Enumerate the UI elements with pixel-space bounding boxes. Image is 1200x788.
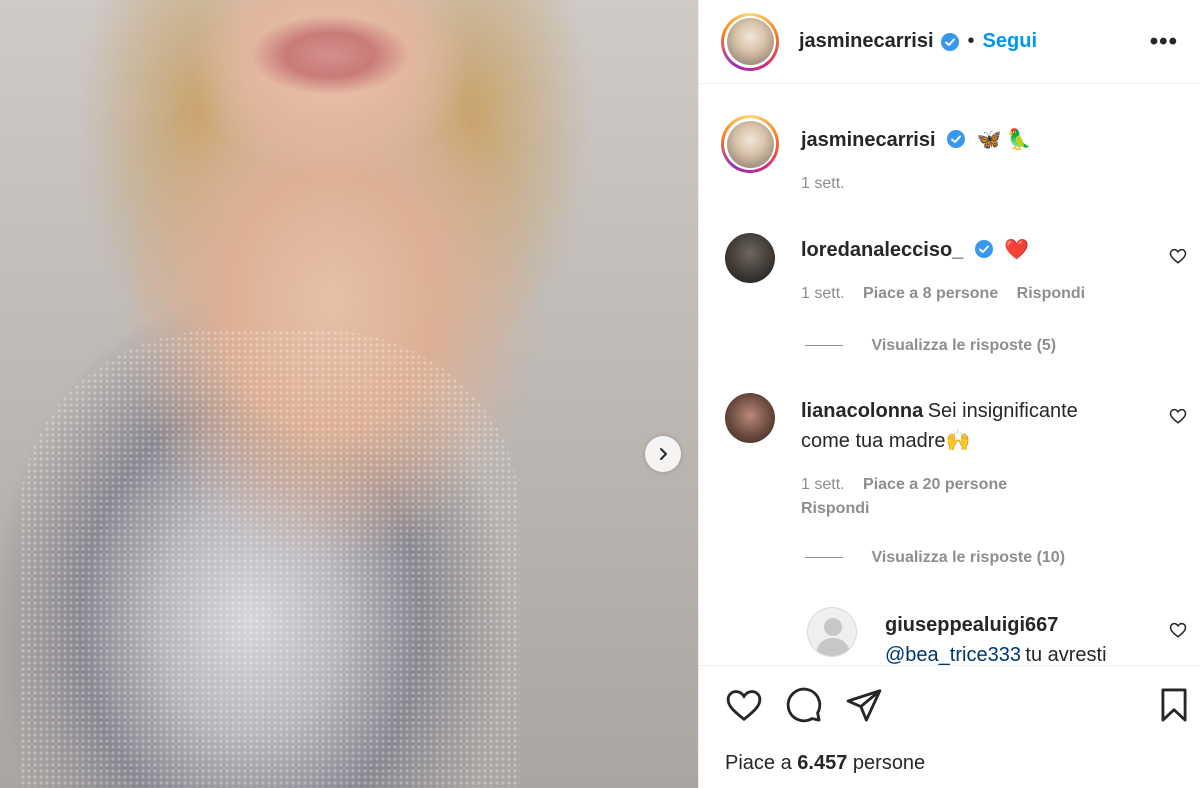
comment-time: 1 sett. [801, 476, 845, 493]
likes-count[interactable]: Piace a 6.457 persone [725, 752, 925, 775]
comment-time: 1 sett. [801, 285, 845, 302]
caption-time: 1 sett. [801, 175, 845, 192]
comment-likes[interactable]: Piace a 8 persone [863, 285, 998, 302]
comment-likes[interactable]: Piace a 20 persone [863, 476, 1007, 493]
post-header: jasminecarrisi • Segui ••• [699, 0, 1200, 84]
share-icon[interactable] [845, 686, 883, 724]
likes-prefix: Piace a [725, 752, 792, 774]
comment-username[interactable]: loredanalecciso_ [801, 239, 963, 261]
verified-badge-icon [946, 130, 965, 148]
likes-number: 6.457 [797, 752, 848, 774]
comment-avatar[interactable] [725, 233, 775, 283]
reply-button[interactable]: Rispondi [801, 500, 869, 517]
replies-line [805, 557, 843, 559]
more-options-icon[interactable]: ••• [1150, 28, 1178, 56]
profile-avatar[interactable] [721, 12, 779, 71]
caption-avatar[interactable] [721, 115, 779, 173]
header-username[interactable]: jasminecarrisi [799, 30, 934, 53]
post-sidebar: jasminecarrisi • Segui ••• jasminecarris… [698, 0, 1200, 788]
likes-suffix: persone [852, 752, 926, 774]
post-photo[interactable] [0, 0, 698, 788]
like-comment-icon[interactable] [1169, 621, 1187, 639]
comment-meta: 1 sett. Piace a 20 persone Rispondi [801, 473, 1007, 521]
comment-meta: 1 sett. Piace a 8 persone Rispondi [801, 285, 1085, 303]
default-avatar-icon [815, 618, 851, 656]
reply-button[interactable]: Rispondi [1017, 285, 1085, 302]
like-icon[interactable] [725, 686, 763, 724]
comment-text-line1: Sei insignificante [927, 400, 1078, 422]
verified-badge-icon [940, 32, 959, 51]
follow-button[interactable]: Segui [983, 30, 1037, 53]
caption-username[interactable]: jasminecarrisi [801, 129, 936, 151]
view-replies-label: Visualizza le risposte (10) [871, 549, 1066, 566]
reply-username[interactable]: giuseppealuigi667 [885, 614, 1058, 636]
replies-line [805, 345, 843, 347]
post-actions: Piace a 6.457 persone [699, 665, 1200, 788]
like-comment-icon[interactable] [1169, 407, 1187, 425]
view-replies-label: Visualizza le risposte (5) [871, 337, 1057, 354]
chevron-right-icon [660, 448, 667, 460]
reply-text: tu avresti [1025, 644, 1107, 665]
comment-avatar[interactable] [725, 393, 775, 443]
caption: jasminecarrisi 🦋 🦜 1 sett. [721, 115, 1181, 205]
view-replies[interactable]: Visualizza le risposte (10) [805, 549, 1065, 567]
comment-item: lianacolonna Sei insignificante come tua… [699, 385, 1200, 585]
caption-text: 🦋 🦜 [976, 129, 1032, 151]
reply-mention[interactable]: @bea_trice333 [885, 644, 1021, 665]
comment-text-line2: come tua madre🙌 [801, 430, 971, 452]
separator-dot: • [967, 30, 975, 52]
reply-avatar[interactable] [807, 607, 857, 657]
comment-icon[interactable] [785, 686, 823, 724]
verified-badge-icon [974, 240, 993, 258]
comment-item: loredanalecciso_ ❤️ 1 sett. Piace a 8 pe… [699, 225, 1200, 365]
comment-username[interactable]: lianacolonna [801, 400, 923, 422]
next-photo-button[interactable] [645, 436, 681, 472]
photo-texture [20, 330, 520, 788]
like-comment-icon[interactable] [1169, 247, 1187, 265]
view-replies[interactable]: Visualizza le risposte (5) [805, 337, 1056, 355]
comments-list[interactable]: jasminecarrisi 🦋 🦜 1 sett. loredanalecci… [699, 85, 1200, 665]
reply-item: giuseppealuigi667 @bea_trice333 tu avres… [699, 603, 1200, 665]
save-bookmark-icon[interactable] [1155, 686, 1193, 724]
comment-text: ❤️ [1004, 239, 1030, 261]
